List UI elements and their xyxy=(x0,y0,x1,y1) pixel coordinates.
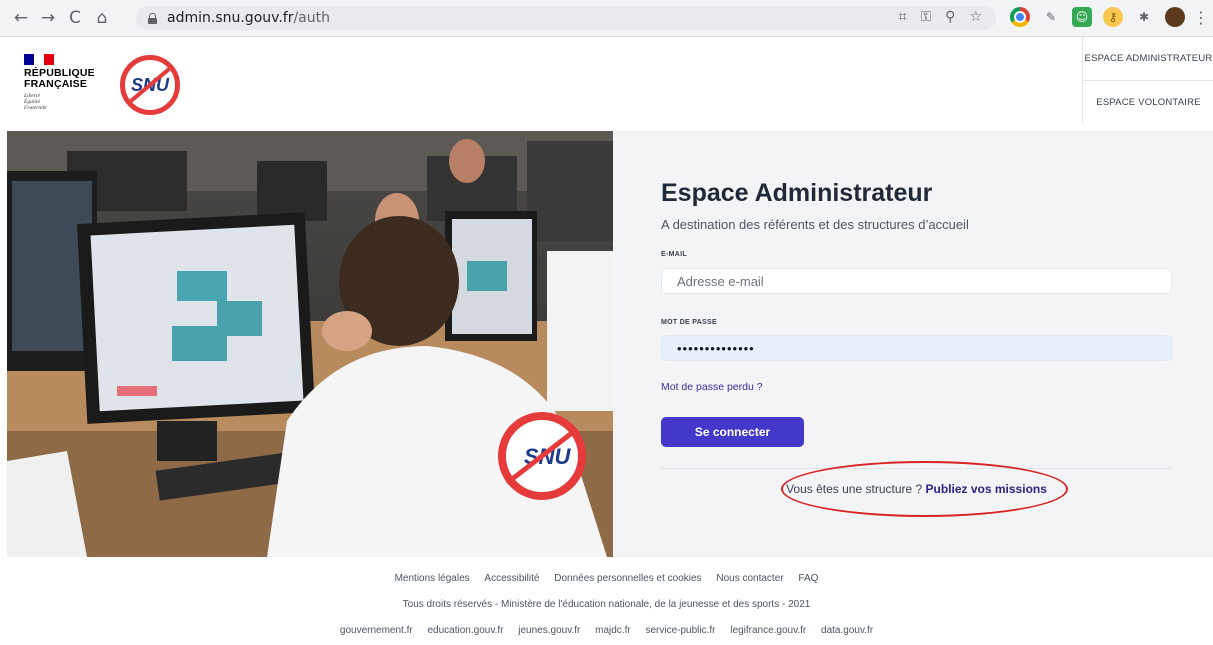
bookmark-star-icon[interactable]: ☆ xyxy=(969,9,982,25)
footer-link-legifrance[interactable]: legifrance.gouv.fr xyxy=(730,625,806,636)
footer-link-data[interactable]: data.gouv.fr xyxy=(821,625,873,636)
footer-link-gouvernement[interactable]: gouvernement.fr xyxy=(340,625,413,636)
browser-toolbar: ← → C ⌂ admin.snu.gouv.fr/auth ⌗ ⚿ ⚲ ☆ ✎… xyxy=(0,0,1213,37)
space-switcher: ESPACE ADMINISTRATEUR ESPACE VOLONTAIRE xyxy=(1082,37,1213,123)
forgot-password-link[interactable]: Mot de passe perdu ? xyxy=(661,381,763,393)
email-field[interactable]: Adresse e-mail xyxy=(661,268,1172,294)
french-flag-icon xyxy=(24,54,54,65)
footer-links-gov: gouvernement.fr education.gouv.fr jeunes… xyxy=(0,625,1213,636)
footer-link-majdc[interactable]: majdc.fr xyxy=(595,625,631,636)
extensions-area: ✎ ☺ ⚷ ✱ ⋮ xyxy=(1010,7,1209,27)
footer-link-accessibilite[interactable]: Accessibilité xyxy=(484,573,539,584)
footer: Mentions légales Accessibilité Données p… xyxy=(0,557,1213,645)
page-title: Espace Administrateur xyxy=(661,179,933,207)
password-label: MOT DE PASSE xyxy=(661,319,717,326)
email-label: E-MAIL xyxy=(661,251,687,258)
forward-arrow-icon[interactable]: → xyxy=(37,7,59,29)
login-panel: Espace Administrateur A destination des … xyxy=(613,131,1213,557)
extensions-puzzle-icon[interactable]: ✱ xyxy=(1134,7,1154,27)
republique-francaise-logo[interactable]: RÉPUBLIQUE FRANÇAISE xyxy=(24,68,95,90)
footer-copyright: Tous droits réservés - Ministère de l'éd… xyxy=(402,599,811,610)
browser-menu-icon[interactable]: ⋮ xyxy=(1193,7,1209,27)
footer-link-education[interactable]: education.gouv.fr xyxy=(428,625,504,636)
profile-avatar[interactable] xyxy=(1165,7,1185,27)
espace-volontaire-link[interactable]: ESPACE VOLONTAIRE xyxy=(1083,81,1213,124)
footer-link-faq[interactable]: FAQ xyxy=(798,573,818,584)
site-header: RÉPUBLIQUE FRANÇAISE Liberté Égalité Fra… xyxy=(0,37,1213,130)
extension-smiley-icon[interactable]: ☺ xyxy=(1072,7,1092,27)
url-text: admin.snu.gouv.fr/auth xyxy=(167,10,330,26)
hero-photo: SNU xyxy=(7,131,613,557)
footer-links-primary: Mentions légales Accessibilité Données p… xyxy=(0,573,1213,584)
snu-logo[interactable]: SNU xyxy=(120,55,180,115)
footer-link-donnees[interactable]: Données personnelles et cookies xyxy=(554,573,701,584)
republic-motto: Liberté Égalité Fraternité xyxy=(24,93,47,111)
footer-link-contact[interactable]: Nous contacter xyxy=(716,573,783,584)
back-arrow-icon[interactable]: ← xyxy=(10,7,32,29)
page-subtitle: A destination des référents et des struc… xyxy=(661,217,969,232)
lock-icon xyxy=(148,12,157,24)
password-field[interactable]: •••••••••••••• xyxy=(661,335,1172,361)
footer-link-mentions[interactable]: Mentions légales xyxy=(395,573,470,584)
home-icon[interactable]: ⌂ xyxy=(91,7,113,29)
zoom-icon[interactable]: ⚲ xyxy=(945,9,955,25)
extension-key-icon[interactable]: ⚷ xyxy=(1103,7,1123,27)
address-bar-actions: ⌗ ⚿ ⚲ ☆ xyxy=(899,9,982,25)
highlight-annotation xyxy=(781,461,1068,517)
extension-eyedropper-icon[interactable]: ✎ xyxy=(1041,7,1061,27)
reload-icon[interactable]: C xyxy=(64,7,86,29)
qr-code-icon[interactable]: ⌗ xyxy=(899,9,907,25)
footer-link-service-public[interactable]: service-public.fr xyxy=(645,625,715,636)
footer-link-jeunes[interactable]: jeunes.gouv.fr xyxy=(518,625,580,636)
espace-administrateur-link[interactable]: ESPACE ADMINISTRATEUR xyxy=(1083,37,1213,81)
address-bar[interactable]: admin.snu.gouv.fr/auth ⌗ ⚿ ⚲ ☆ xyxy=(136,6,996,30)
key-icon[interactable]: ⚿ xyxy=(921,9,932,25)
extension-chrome-icon[interactable] xyxy=(1010,7,1030,27)
login-button[interactable]: Se connecter xyxy=(661,417,804,447)
